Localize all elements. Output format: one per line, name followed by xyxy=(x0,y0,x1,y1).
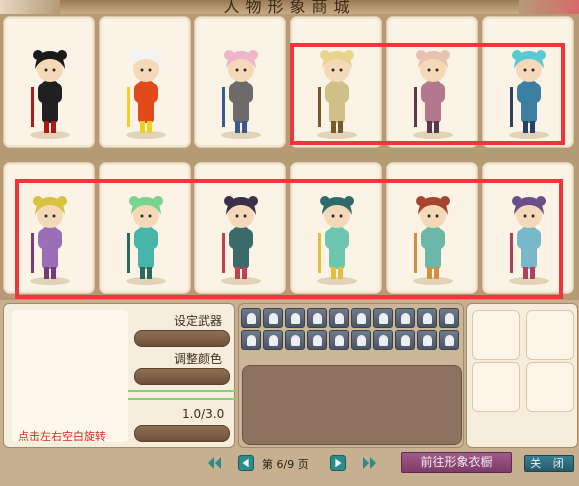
avatar-card-teal-dress-maiden[interactable] xyxy=(290,162,382,294)
action-pose-icon[interactable] xyxy=(307,308,327,328)
avatar-sprite xyxy=(509,196,549,285)
equipment-slot[interactable] xyxy=(526,362,574,412)
avatar-sprite xyxy=(413,50,453,139)
action-pose-icon[interactable] xyxy=(373,330,393,350)
color-selector[interactable] xyxy=(134,368,230,385)
last-page-icon[interactable] xyxy=(362,455,378,471)
avatar-sprite xyxy=(221,196,261,285)
avatar-card-pink-bun-girl[interactable] xyxy=(386,16,478,148)
prev-page-icon[interactable] xyxy=(238,455,254,471)
action-buttons xyxy=(241,308,461,350)
set-weapon-label: 设定武器 xyxy=(174,314,223,328)
action-pose-icon[interactable] xyxy=(263,330,283,350)
action-pose-icon[interactable] xyxy=(351,308,371,328)
action-pose-icon[interactable] xyxy=(285,308,305,328)
action-pose-icon[interactable] xyxy=(417,330,437,350)
avatar-card-dark-swordsman[interactable] xyxy=(3,16,95,148)
avatar-sprite xyxy=(126,196,166,285)
avatar-card-purple-hair-maiden[interactable] xyxy=(482,162,574,294)
go-to-wardrobe-button[interactable]: 前往形象衣橱 xyxy=(401,452,512,473)
action-pose-icon[interactable] xyxy=(241,330,261,350)
action-pose-icon[interactable] xyxy=(417,308,437,328)
avatar-card-auburn-hair-maiden[interactable] xyxy=(386,162,478,294)
action-pose-icon[interactable] xyxy=(329,308,349,328)
rotate-hint: 点击左右空白旋转 xyxy=(18,430,106,443)
action-pose-icon[interactable] xyxy=(241,308,261,328)
action-pose-icon[interactable] xyxy=(395,308,415,328)
window-title: 人物形象商城 xyxy=(223,0,356,14)
action-pose-icon[interactable] xyxy=(285,330,305,350)
equipment-slot[interactable] xyxy=(526,310,574,360)
page-indicator: 第 6/9 页 xyxy=(262,458,309,471)
zoom-value: 1.0/3.0 xyxy=(182,407,225,421)
title-decoration-right xyxy=(519,0,579,14)
equipment-slot[interactable] xyxy=(472,362,520,412)
zoom-slider[interactable] xyxy=(134,425,230,442)
avatar-sprite xyxy=(126,50,166,139)
title-bar: 人物形象商城 xyxy=(0,0,579,14)
avatar-sprite xyxy=(30,50,70,139)
action-pose-icon[interactable] xyxy=(373,308,393,328)
character-preview[interactable] xyxy=(12,310,128,442)
avatar-card-white-red-warrior[interactable] xyxy=(99,16,191,148)
actions-panel xyxy=(238,303,464,448)
action-pose-icon[interactable] xyxy=(439,308,459,328)
close-button[interactable]: 关 闭 xyxy=(524,455,574,472)
action-description-box xyxy=(242,365,462,445)
weapon-selector[interactable] xyxy=(134,330,230,347)
action-pose-icon[interactable] xyxy=(329,330,349,350)
avatar-sprite xyxy=(221,50,261,139)
equipment-slot[interactable] xyxy=(472,310,520,360)
equipment-slots-panel xyxy=(466,303,578,448)
avatar-grid xyxy=(3,16,576,298)
avatar-sprite xyxy=(509,50,549,139)
action-pose-icon[interactable] xyxy=(307,330,327,350)
next-page-icon[interactable] xyxy=(330,455,346,471)
avatar-card-blonde-bun-girl[interactable] xyxy=(290,16,382,148)
avatar-sprite xyxy=(317,50,357,139)
action-pose-icon[interactable] xyxy=(263,308,283,328)
first-page-icon[interactable] xyxy=(206,455,222,471)
avatar-card-dark-hair-maiden[interactable] xyxy=(194,162,286,294)
avatar-sprite xyxy=(413,196,453,285)
action-pose-icon[interactable] xyxy=(439,330,459,350)
adjust-color-label: 调整颜色 xyxy=(174,352,223,366)
avatar-card-violet-bun-girl[interactable] xyxy=(3,162,95,294)
preview-panel: 点击左右空白旋转 设定武器 调整颜色 1.0/3.0 xyxy=(3,303,236,448)
avatar-sprite xyxy=(30,196,70,285)
divider-line xyxy=(128,390,236,392)
avatar-card-cyan-bun-girl[interactable] xyxy=(482,16,574,148)
divider-line xyxy=(128,398,236,400)
avatar-card-pink-hair-warrior[interactable] xyxy=(194,16,286,148)
avatar-sprite xyxy=(317,196,357,285)
action-pose-icon[interactable] xyxy=(395,330,415,350)
avatar-card-green-bun-girl[interactable] xyxy=(99,162,191,294)
action-pose-icon[interactable] xyxy=(351,330,371,350)
